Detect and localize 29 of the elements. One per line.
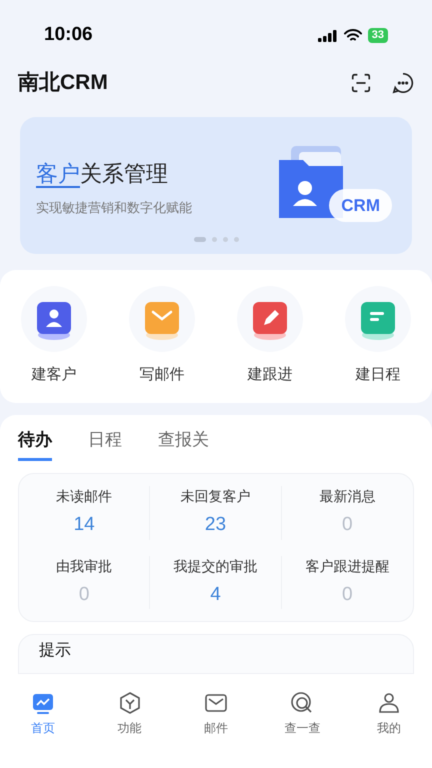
stat-label: 未读邮件 xyxy=(56,487,112,506)
nav-tab[interactable]: 查一查 xyxy=(259,691,346,737)
tab[interactable]: 日程 xyxy=(88,426,122,461)
banner-subtitle: 实现敏捷营销和数字化赋能 xyxy=(36,199,193,218)
stat-value[interactable]: 4 xyxy=(210,580,221,609)
stat-value[interactable]: 14 xyxy=(74,511,95,540)
nav-tab[interactable]: 功能 xyxy=(86,691,173,737)
nav-tab[interactable]: 首页 xyxy=(0,691,86,737)
battery-indicator: 33 xyxy=(368,28,388,43)
banner-title: 客户关系管理 xyxy=(36,160,169,190)
quick-action-button[interactable]: 写邮件 xyxy=(108,286,216,386)
hint-title: 提示 xyxy=(39,642,71,659)
quick-action-button[interactable]: 建日程 xyxy=(324,286,432,386)
nav-tab[interactable]: 我的 xyxy=(346,691,432,737)
nav-tab[interactable]: 邮件 xyxy=(172,691,260,737)
quick-action-button[interactable]: 建客户 xyxy=(0,286,108,386)
stat-label: 由我审批 xyxy=(56,556,112,576)
tab[interactable]: 查报关 xyxy=(158,426,209,461)
stat-label: 未回复客户 xyxy=(180,487,250,506)
app-title: 南北CRM xyxy=(18,70,108,96)
stat-value[interactable]: 23 xyxy=(204,511,226,540)
stat-label: 最新消息 xyxy=(319,487,376,506)
status-time: 10:06 xyxy=(44,23,93,48)
crm-cloud-badge: CRM xyxy=(329,188,392,222)
promo-banner[interactable]: 客户关系管理 实现敏捷营销和数字化赋能 CRM xyxy=(20,117,412,254)
stat-label: 客户跟进提醒 xyxy=(305,556,390,576)
stat-label: 我提交的审批 xyxy=(173,556,258,576)
tab[interactable]: 待办 xyxy=(18,426,52,461)
quick-action-button[interactable]: 建跟进 xyxy=(216,286,324,386)
